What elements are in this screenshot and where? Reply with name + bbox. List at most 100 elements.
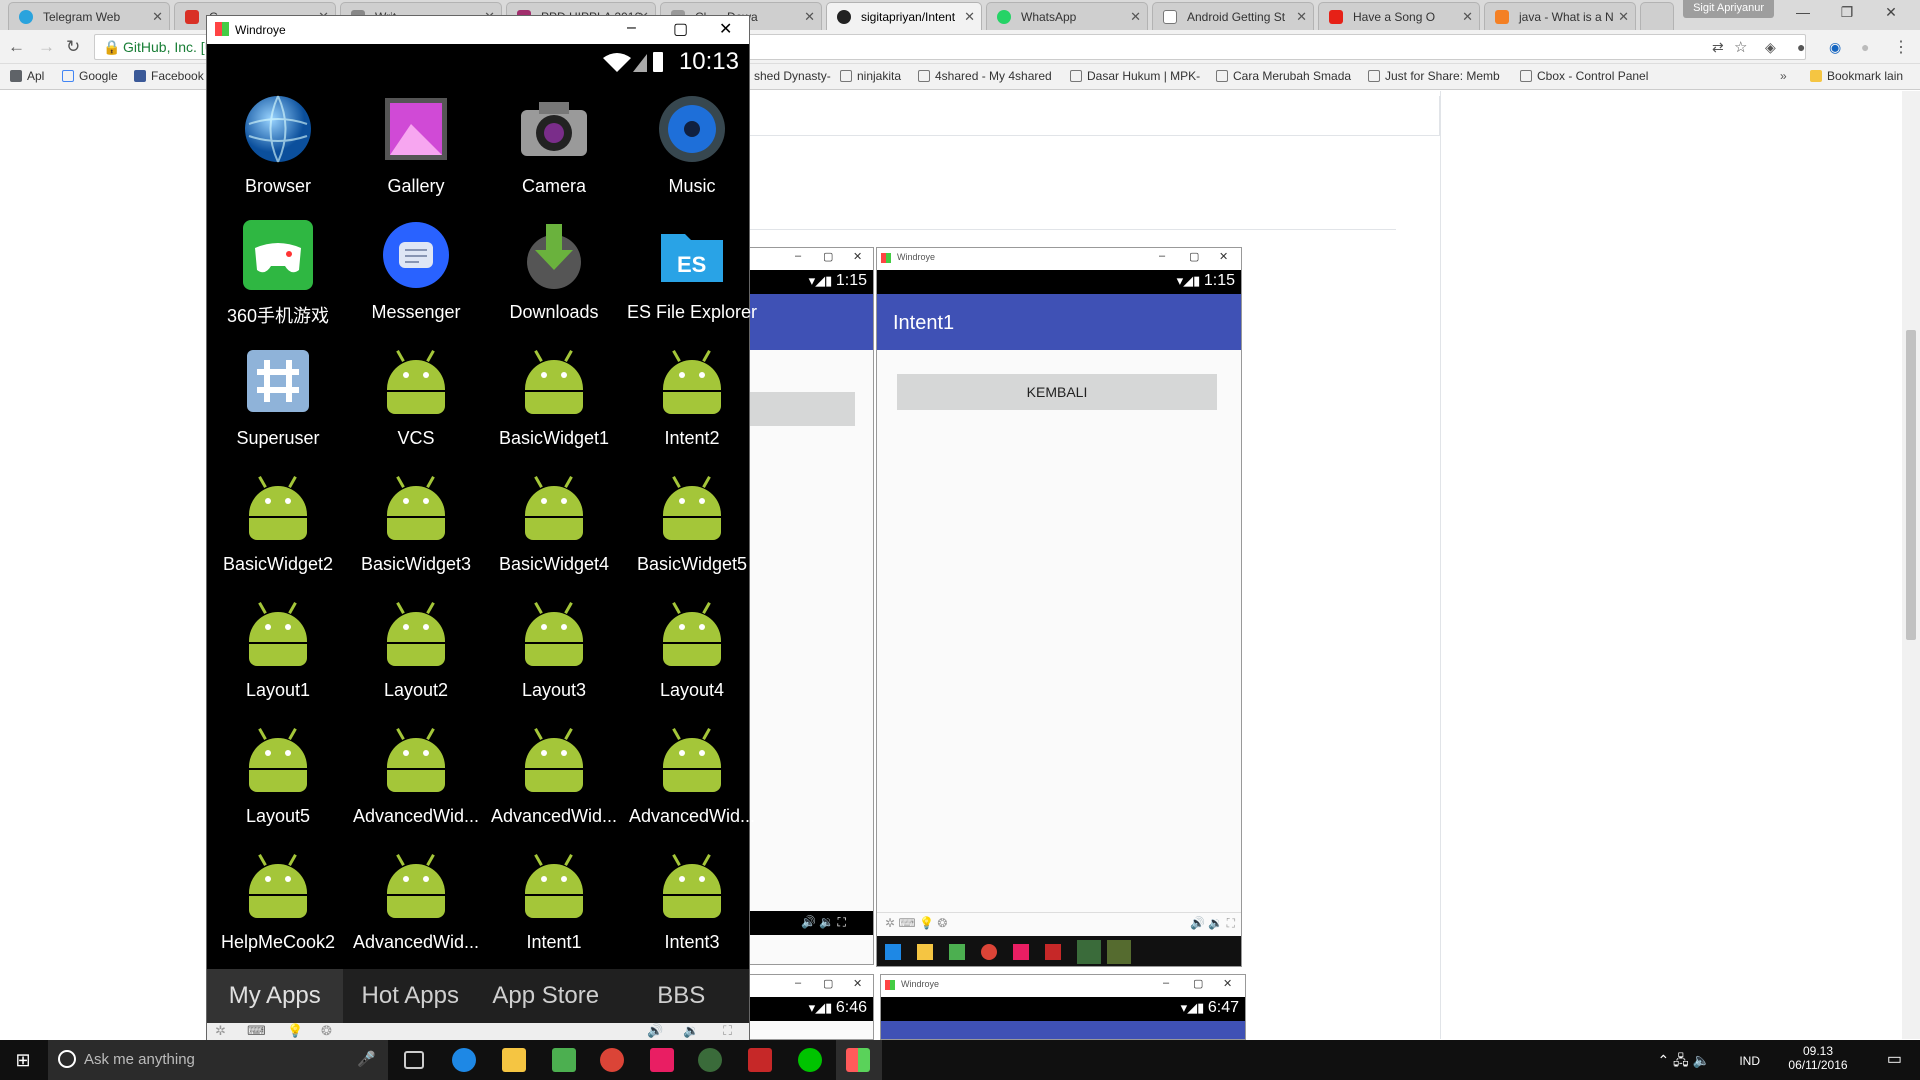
close-icon[interactable]: ✕ [964,9,975,25]
app-basicwidget4[interactable]: BasicWidget4 [485,458,623,584]
new-tab-button[interactable] [1640,2,1674,30]
close-icon[interactable]: ✕ [1618,9,1629,25]
clock[interactable]: 09.13 06/11/2016 [1776,1044,1860,1072]
app-basicwidget3[interactable]: BasicWidget3 [347,458,485,584]
tab-active[interactable]: sigitapriyan/Intent ✕ [826,2,982,30]
chrome-icon[interactable] [600,1048,624,1072]
app-browser[interactable]: Browser [209,80,347,206]
tab[interactable]: Telegram Web ✕ [8,2,170,30]
app-layout1[interactable]: Layout1 [209,584,347,710]
tab-hot-apps[interactable]: Hot Apps [343,969,479,1023]
menu-icon[interactable]: ⋮ [1893,37,1909,57]
app-messenger[interactable]: Messenger [347,206,485,332]
windroye-window[interactable]: Windroye – ▢ ✕ 10:13 Browser Gallery Cam… [206,15,757,1041]
bookmark[interactable]: 4shared - My 4shared [918,69,1052,83]
close-button[interactable]: ✕ [1219,250,1228,263]
app-basicwidget5[interactable]: BasicWidget5 [623,458,761,584]
bookmark[interactable]: ninjakita [840,69,901,83]
app-layout3[interactable]: Layout3 [485,584,623,710]
maximize-button[interactable]: ▢ [823,250,833,263]
app-basicwidget1[interactable]: BasicWidget1 [485,332,623,458]
kembali-button[interactable]: KEMBALI [897,374,1217,410]
bulb-icon[interactable]: 💡 [287,1023,303,1039]
app-layout5[interactable]: Layout5 [209,710,347,836]
app-advancedwidget[interactable]: AdvancedWid... [347,710,485,836]
app-intent3[interactable]: Intent3 [623,836,761,962]
app-360-games[interactable]: 360手机游戏 [209,206,347,332]
close-icon[interactable]: ✕ [1296,9,1307,25]
edge-icon[interactable] [452,1048,476,1072]
close-button[interactable]: ✕ [853,250,862,263]
app-es-file-explorer[interactable]: ES ES File Explorer [623,206,761,332]
minimize-button[interactable]: – [795,250,801,262]
volume-icon[interactable]: 🔊 🔉 ⛶ [801,915,846,930]
app-downloads[interactable]: Downloads [485,206,623,332]
tab-app-store[interactable]: App Store [478,969,614,1023]
app-icon[interactable] [698,1048,722,1072]
bookmark-apps[interactable]: Apl [10,69,44,83]
translate-icon[interactable]: ⇄ [1712,39,1724,56]
reload-icon[interactable]: ↻ [66,37,80,57]
app-intent2[interactable]: Intent2 [623,332,761,458]
bookmark[interactable]: Cara Merubah Smada [1216,69,1351,83]
language-indicator[interactable]: IND [1739,1054,1760,1068]
extension-icon[interactable]: ● [1861,39,1869,55]
notifications-icon[interactable]: ▭ [1887,1049,1902,1069]
close-button[interactable]: ✕ [719,19,732,39]
more-bookmarks-icon[interactable]: » [1780,69,1787,83]
app-icon[interactable] [650,1048,674,1072]
minimize-button[interactable]: – [627,19,636,37]
extension-icon[interactable]: ◈ [1765,39,1776,56]
volume-up-icon[interactable]: 🔊 [647,1023,663,1039]
other-bookmarks[interactable]: Bookmark lain [1810,69,1903,83]
profile-badge[interactable]: Sigit Apriyanur [1683,0,1774,18]
close-icon[interactable]: ✕ [1462,9,1473,25]
tab[interactable]: WhatsApp ✕ [986,2,1148,30]
extension-icon[interactable]: ● [1797,39,1805,55]
background-emulator-window[interactable]: – ▢ ✕ ▾◢▮ 6:46 [740,974,874,1040]
bookmark[interactable]: shed Dynasty- [754,69,831,83]
app-superuser[interactable]: Superuser [209,332,347,458]
minimize-button[interactable]: – [795,977,801,989]
keyboard-icon[interactable]: ⌨ [247,1023,266,1039]
tab[interactable]: Android Getting St ✕ [1152,2,1314,30]
app-icon[interactable] [552,1048,576,1072]
intent1-emulator-window[interactable]: Windroye – ▢ ✕ ▾◢▮ 1:15 Intent1 KEMBALI … [876,247,1242,967]
maximize-button[interactable]: ▢ [1189,250,1199,263]
app-gallery[interactable]: Gallery [347,80,485,206]
keyboard-icon[interactable]: ✲ ⌨ 💡 ❂ [885,916,947,930]
restore-button[interactable]: ❐ [1827,4,1867,21]
tab[interactable]: java - What is a N ✕ [1484,2,1636,30]
close-button[interactable]: ✕ [1223,977,1232,990]
close-button[interactable]: ✕ [853,977,862,990]
app-helpmecook2[interactable]: HelpMeCook2 [209,836,347,962]
close-button[interactable]: ✕ [1871,4,1911,21]
app-layout4[interactable]: Layout4 [623,584,761,710]
app-vcs[interactable]: VCS [347,332,485,458]
app-camera[interactable]: Camera [485,80,623,206]
volume-down-icon[interactable]: 🔉 [683,1023,699,1039]
minimize-button[interactable]: — [1783,4,1823,20]
volume-icon[interactable]: 🔊 🔉 ⛶ [1190,916,1235,931]
close-icon[interactable]: ✕ [152,9,163,25]
fullscreen-icon[interactable]: ⛶ [723,1023,732,1039]
task-view-icon[interactable] [404,1051,424,1069]
app-advancedwidget[interactable]: AdvancedWid... [347,836,485,962]
maximize-button[interactable]: ▢ [673,19,688,39]
bookmark[interactable]: Just for Share: Memb [1368,69,1500,83]
tab-my-apps[interactable]: My Apps [207,969,343,1023]
minimize-button[interactable]: – [1159,250,1165,262]
bookmark[interactable]: Google [62,69,118,83]
pdf-icon[interactable] [748,1048,772,1072]
app-music[interactable]: Music [623,80,761,206]
maximize-button[interactable]: ▢ [823,977,833,990]
close-icon[interactable]: ✕ [1130,9,1141,25]
bookmark[interactable]: Dasar Hukum | MPK- [1070,69,1200,83]
back-icon[interactable]: ← [8,37,25,57]
bookmark[interactable]: Facebook [134,69,204,83]
extension-icon[interactable]: ◉ [1829,39,1841,56]
scrollbar-thumb[interactable] [1906,330,1916,640]
tray-icons[interactable]: ⌃ 🖧 🔈 [1657,1050,1710,1074]
minimize-button[interactable]: – [1163,977,1169,989]
settings-icon[interactable]: ✲ [215,1023,226,1039]
